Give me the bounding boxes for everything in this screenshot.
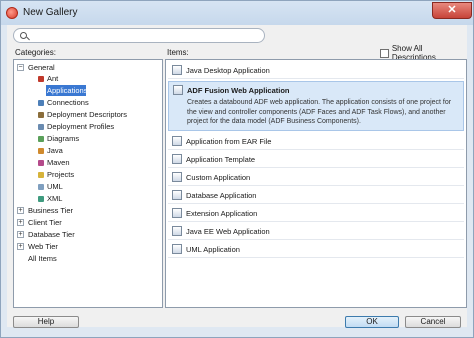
list-item[interactable]: Extension Application xyxy=(168,205,464,222)
show-all-checkbox[interactable] xyxy=(380,48,389,58)
ant-icon xyxy=(38,76,44,82)
list-item[interactable]: Database Application xyxy=(168,187,464,204)
javaee-app-icon xyxy=(172,226,182,236)
search-input[interactable] xyxy=(13,28,265,43)
list-item[interactable]: Java EE Web Application xyxy=(168,223,464,240)
categories-tree: − General Ant Applications Connections D… xyxy=(13,59,163,308)
list-item[interactable]: Custom Application xyxy=(168,169,464,186)
java-icon xyxy=(38,148,44,154)
window-title: New Gallery xyxy=(23,7,78,18)
categories-label: Categories: xyxy=(15,48,56,57)
descriptor-icon xyxy=(38,112,44,118)
list-item[interactable]: Java Desktop Application xyxy=(168,62,464,79)
search-icon xyxy=(20,32,27,39)
expand-icon[interactable]: + xyxy=(17,219,24,226)
database-app-icon xyxy=(172,190,182,200)
dialog-body: Categories: Items: Show All Descriptions… xyxy=(7,25,467,328)
profile-icon xyxy=(38,124,44,130)
uml-icon xyxy=(38,184,44,190)
expand-icon[interactable]: + xyxy=(17,207,24,214)
adf-app-icon xyxy=(173,85,183,95)
ear-file-icon xyxy=(172,136,182,146)
project-icon xyxy=(38,172,44,178)
close-button[interactable]: ✕ xyxy=(432,2,472,19)
expand-icon[interactable]: + xyxy=(17,243,24,250)
ok-button[interactable]: OK xyxy=(345,316,399,328)
extension-app-icon xyxy=(172,208,182,218)
diagram-icon xyxy=(38,136,44,142)
tree-item-applications[interactable]: Applications xyxy=(46,85,87,96)
item-description: Creates a databound ADF web application.… xyxy=(187,99,452,125)
expand-icon[interactable]: + xyxy=(17,231,24,238)
uml-app-icon xyxy=(172,244,182,254)
java-app-icon xyxy=(172,65,182,75)
list-item[interactable]: Application Template xyxy=(168,151,464,168)
new-gallery-dialog: New Gallery ✕ Categories: Items: Show Al… xyxy=(0,0,474,338)
help-button[interactable]: Help xyxy=(13,316,79,328)
show-all-descriptions[interactable]: Show All Descriptions xyxy=(380,44,467,62)
template-icon xyxy=(172,154,182,164)
custom-app-icon xyxy=(172,172,182,182)
items-label: Items: xyxy=(167,48,189,57)
list-item[interactable]: UML Application xyxy=(168,241,464,258)
list-item[interactable]: Application from EAR File xyxy=(168,133,464,150)
xml-icon xyxy=(38,196,44,202)
collapse-icon[interactable]: − xyxy=(17,64,24,71)
list-item-selected[interactable]: ADF Fusion Web Application Creates a dat… xyxy=(168,81,464,131)
cancel-button[interactable]: Cancel xyxy=(405,316,461,328)
title-bar[interactable]: New Gallery ✕ xyxy=(1,1,473,25)
maven-icon xyxy=(38,160,44,166)
connections-icon xyxy=(38,100,44,106)
app-icon xyxy=(6,7,18,19)
tree-item-general[interactable]: − General xyxy=(14,62,162,73)
items-list: Java Desktop Application ADF Fusion Web … xyxy=(165,59,467,308)
